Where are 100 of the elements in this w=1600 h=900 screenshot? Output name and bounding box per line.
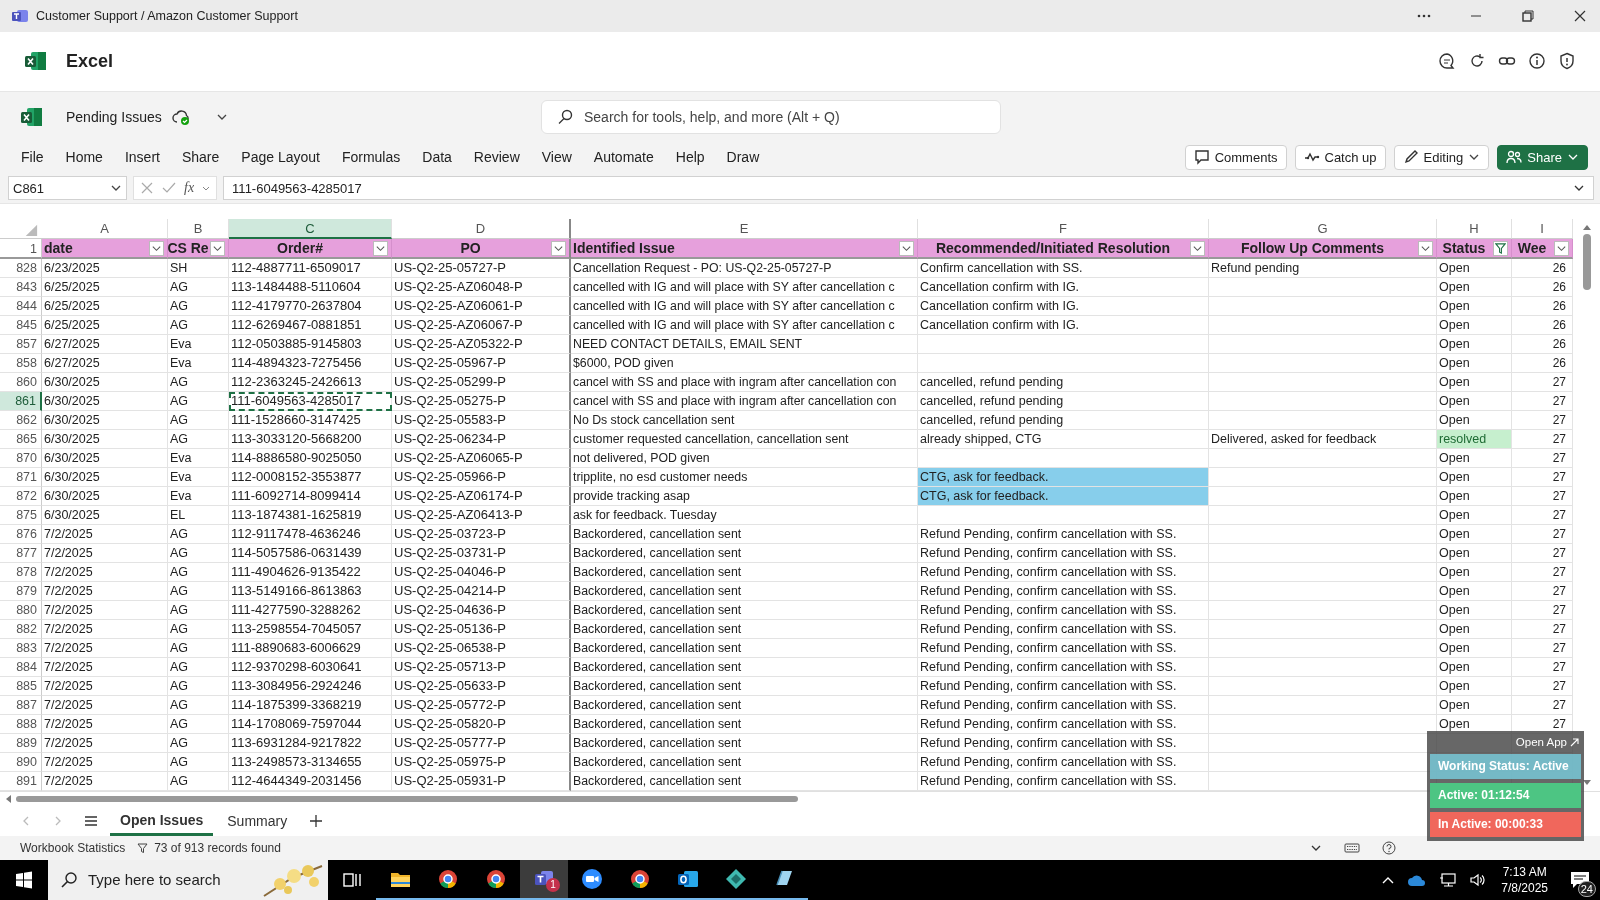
function-button[interactable]: fx: [184, 180, 195, 197]
restore-icon[interactable]: [1520, 7, 1536, 24]
menu-tab[interactable]: Insert: [113, 145, 171, 170]
row-number[interactable]: 844: [0, 297, 42, 317]
menu-tab[interactable]: View: [530, 145, 583, 170]
table-cell: $6000, POD given: [571, 354, 918, 374]
formula-field[interactable]: 111-6049563-4285017: [223, 176, 1594, 201]
menu-tab[interactable]: Home: [54, 145, 114, 170]
row-number[interactable]: 884: [0, 658, 42, 678]
filter-button[interactable]: [373, 241, 388, 257]
menu-tab[interactable]: Draw: [715, 145, 771, 170]
table-cell: Open: [1437, 563, 1512, 583]
column-header[interactable]: C: [229, 219, 392, 240]
table-cell: US-Q2-25-05275-P: [392, 392, 571, 412]
row-number[interactable]: 879: [0, 582, 42, 602]
windows-start-icon[interactable]: [15, 871, 33, 889]
row-number[interactable]: 871: [0, 468, 42, 488]
table-cell: CTG, ask for feedback.: [918, 468, 1209, 488]
workbook-statistics[interactable]: Workbook Statistics: [20, 841, 126, 856]
row-number[interactable]: 880: [0, 601, 42, 621]
open-app-button[interactable]: Open App: [1513, 731, 1581, 750]
row-number[interactable]: 891: [0, 772, 42, 792]
row-number[interactable]: 872: [0, 487, 42, 507]
row-number[interactable]: 828: [0, 259, 42, 279]
menu-tab[interactable]: Automate: [582, 145, 665, 170]
row-number[interactable]: 857: [0, 335, 42, 355]
filter-button[interactable]: [1418, 241, 1433, 257]
table-cell: 7/2/2025: [42, 734, 168, 754]
row-number[interactable]: 887: [0, 696, 42, 716]
row-number[interactable]: 875: [0, 506, 42, 526]
menu-tab[interactable]: Help: [664, 145, 716, 170]
table-cell: cancelled, refund pending: [918, 411, 1209, 431]
row-number[interactable]: 882: [0, 620, 42, 640]
scroll-thumb[interactable]: [1582, 234, 1591, 291]
table-cell: CTG, ask for feedback.: [918, 487, 1209, 507]
filter-applied-button[interactable]: [1493, 241, 1508, 257]
row-number[interactable]: 845: [0, 316, 42, 336]
row-number[interactable]: 870: [0, 449, 42, 469]
table-cell: customer requested cancellation, cancellation sent: [571, 430, 918, 450]
help-icon[interactable]: [1382, 841, 1396, 856]
keyboard-icon[interactable]: [1344, 842, 1360, 855]
table-cell: Cancellation confirm with IG.: [918, 316, 1209, 336]
menu-tab[interactable]: File: [10, 145, 55, 170]
row-number[interactable]: 890: [0, 753, 42, 773]
row-number[interactable]: 883: [0, 639, 42, 659]
row-number[interactable]: 878: [0, 563, 42, 583]
filter-button[interactable]: [899, 241, 914, 257]
taskbar-app[interactable]: 1: [520, 860, 568, 900]
scroll-up-icon[interactable]: [1581, 223, 1592, 232]
table-cell: tripplite, no esd customer needs: [571, 468, 918, 488]
row-number[interactable]: 858: [0, 354, 42, 374]
row-number[interactable]: 888: [0, 715, 42, 735]
search-field[interactable]: Search for tools, help, and more (Alt + Q): [541, 99, 1001, 134]
menu-icon[interactable]: [84, 815, 98, 828]
workbook-name[interactable]: Pending Issues: [66, 108, 162, 125]
menu-tab[interactable]: Page Layout: [230, 145, 331, 170]
row-number[interactable]: 843: [0, 278, 42, 298]
comments-button[interactable]: Comments: [1184, 144, 1287, 170]
table-cell: cancel with SS and place with ingram after cancellation con: [571, 392, 918, 412]
table-cell: Open: [1437, 278, 1512, 298]
row-number[interactable]: 876: [0, 525, 42, 545]
scroll-thumb[interactable]: [16, 796, 798, 803]
row-number[interactable]: 865: [0, 430, 42, 450]
search-icon: [557, 108, 573, 125]
volume-icon[interactable]: [1469, 872, 1488, 888]
menu-tab[interactable]: Formulas: [330, 145, 412, 170]
menu-tab[interactable]: Share: [170, 145, 231, 170]
table-cell: 113-2598554-7045057: [229, 620, 392, 640]
menu-tab[interactable]: Data: [411, 145, 463, 170]
filter-button[interactable]: [210, 241, 225, 257]
filter-button[interactable]: [551, 241, 566, 257]
editing-button[interactable]: Editing: [1393, 144, 1490, 170]
filter-button[interactable]: [149, 241, 164, 257]
row-number[interactable]: 885: [0, 677, 42, 697]
filter-button[interactable]: [1190, 241, 1205, 257]
network-icon[interactable]: [1439, 872, 1458, 888]
table-cell: resolved: [1437, 430, 1512, 450]
shield-icon[interactable]: [1558, 52, 1576, 71]
menu-tab[interactable]: Review: [462, 145, 531, 170]
filter-button[interactable]: [1554, 241, 1569, 257]
add-sheet-icon[interactable]: [309, 814, 324, 829]
sheet-tab[interactable]: Summary: [217, 808, 298, 835]
column-heading: Order#: [277, 240, 323, 257]
catchup-button[interactable]: Catch up: [1294, 144, 1386, 170]
info-icon[interactable]: [1528, 52, 1546, 71]
row-number[interactable]: 861: [0, 392, 42, 412]
scroll-left-icon[interactable]: [4, 794, 12, 805]
table-cell: 6/30/2025: [42, 430, 168, 450]
table-cell: Backordered, cancellation sent: [571, 639, 918, 659]
row-number[interactable]: 877: [0, 544, 42, 564]
notifications-button[interactable]: 24: [1560, 860, 1600, 900]
table-cell: 27: [1512, 506, 1573, 526]
share-button[interactable]: Share: [1497, 144, 1588, 170]
name-box[interactable]: C861: [8, 176, 127, 201]
row-number[interactable]: 862: [0, 411, 42, 431]
chat-icon[interactable]: [1438, 52, 1456, 71]
clock[interactable]: 7:13 AM 7/8/2025: [1501, 864, 1548, 896]
row-number[interactable]: 889: [0, 734, 42, 754]
cloud-icon[interactable]: [1407, 873, 1428, 887]
table-cell: provide tracking asap: [571, 487, 918, 507]
